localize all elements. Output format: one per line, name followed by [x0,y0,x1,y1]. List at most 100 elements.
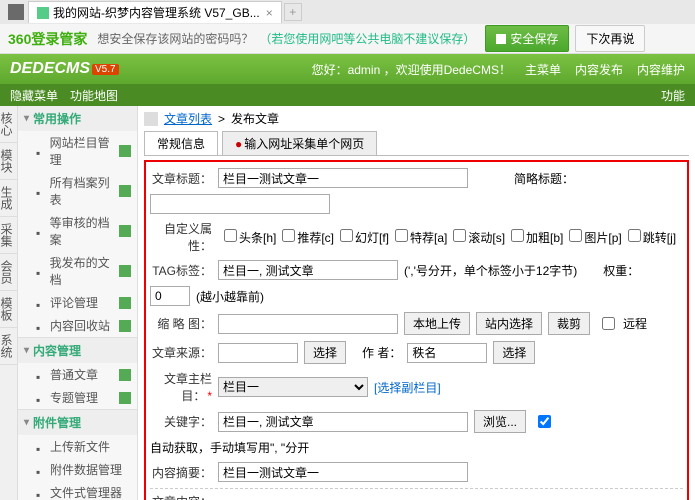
thumb-input[interactable] [218,314,398,334]
auto-kw-hint: 自动获取，手动填写用", "分开 [150,439,309,456]
bullet-icon: ▪ [36,488,46,498]
lbl-keywords: 关键字： [150,413,212,430]
browser-tab[interactable]: 我的网站-织梦内容管理系统 V57_GB... × [28,1,282,23]
sidebar-item[interactable]: ▪附件数据管理 [18,458,137,481]
sidebar-item[interactable]: ▪上传新文件 [18,435,137,458]
version-badge: V5.7 [92,64,119,75]
nav-publish[interactable]: 内容发布 [575,61,623,78]
crumb-list[interactable]: 文章列表 [164,110,212,127]
bullet-icon: ▪ [36,266,46,276]
short-title-input[interactable] [150,194,330,214]
sidebar-group-head[interactable]: ▾内容管理 [18,338,137,363]
later-button[interactable]: 下次再说 [575,25,645,52]
btn-local-upload[interactable]: 本地上传 [404,312,470,335]
summary-input[interactable] [218,462,468,482]
sidebar-item[interactable]: ▪评论管理 [18,291,137,314]
sidebar-item[interactable]: ▪等审核的档案 [18,211,137,251]
sidebar-item[interactable]: ▪普通文章 [18,363,137,386]
quick-subcolumn[interactable]: [选择副栏目] [374,379,441,396]
sidebar-item[interactable]: ▪网站栏目管理 [18,131,137,171]
new-tab-button[interactable]: + [284,3,302,21]
action-icon[interactable] [119,392,131,404]
bullet-icon: ▪ [36,226,46,236]
title-input[interactable] [218,168,468,188]
action-icon[interactable] [119,369,131,381]
sidebar: ▾常用操作▪网站栏目管理▪所有档案列表▪等审核的档案▪我发布的文档▪评论管理▪内… [18,106,138,500]
btn-site-select[interactable]: 站内选择 [476,312,542,335]
crumb-sep: > [218,112,225,126]
rail-member[interactable]: 会员 [0,254,17,291]
safe-save-button[interactable]: 安全保存 [485,25,569,52]
btn-source-select[interactable]: 选择 [304,341,346,364]
sidebar-group-head[interactable]: ▾常用操作 [18,106,137,131]
lbl-title: 文章标题： [150,170,212,187]
bullet-icon: ▪ [36,465,46,475]
cb-attr-2[interactable] [340,229,353,242]
bullet-icon: ▪ [36,442,46,452]
lbl-weight: 权重： [603,262,639,279]
sidebar-item[interactable]: ▪我发布的文档 [18,251,137,291]
nav-maintain[interactable]: 内容维护 [637,61,685,78]
cb-attr-4[interactable] [453,229,466,242]
browser-nav-icon[interactable] [8,4,24,20]
action-icon[interactable] [119,145,131,157]
cb-attr-1[interactable] [282,229,295,242]
toolbar-hint: （若您使用网吧等公共电脑不建议保存） [259,30,475,47]
sidebar-group-head[interactable]: ▾附件管理 [18,410,137,435]
cb-attr-6[interactable] [569,229,582,242]
cb-attr-7[interactable] [628,229,641,242]
cb-auto-kw[interactable] [538,415,551,428]
tag-hint: (','号分开，单个标签小于12字节) [404,262,577,279]
tab-collect[interactable]: ●输入网址采集单个网页 [222,131,377,155]
rail-system[interactable]: 系统 [0,328,17,365]
cb-attr-3[interactable] [395,229,408,242]
sidebar-item[interactable]: ▪文件式管理器 [18,481,137,500]
lbl-thumb: 缩 略 图： [150,315,212,332]
nav-main[interactable]: 主菜单 [525,61,561,78]
rail-module[interactable]: 模块 [0,143,17,180]
tag-input[interactable] [218,260,398,280]
bullet-icon: ▪ [36,370,46,380]
close-icon[interactable]: × [266,6,273,20]
rail-template[interactable]: 模板 [0,291,17,328]
sidebar-item[interactable]: ▪内容回收站 [18,314,137,337]
cb-remote[interactable] [602,317,615,330]
weight-input[interactable] [150,286,190,306]
tab-basic[interactable]: 常规信息 [144,131,218,155]
btn-crop[interactable]: 裁剪 [548,312,590,335]
rail-core[interactable]: 核心 [0,106,17,143]
action-icon[interactable] [119,320,131,332]
bullet-icon: ▪ [36,186,46,196]
action-icon[interactable] [119,225,131,237]
menu-func[interactable]: 功能 [661,87,685,104]
lock-icon [496,34,506,44]
logo-360: 360登录管家 [8,29,87,49]
menu-hide[interactable]: 隐藏菜单 [10,87,58,104]
action-icon[interactable] [119,185,131,197]
menu-map[interactable]: 功能地图 [70,87,118,104]
source-input[interactable] [218,343,298,363]
rail-gen[interactable]: 生成 [0,180,17,217]
toolbar-prompt: 想安全保存该网站的密码吗？ [97,30,253,47]
cb-attr-0[interactable] [224,229,237,242]
action-icon[interactable] [119,297,131,309]
tab-title: 我的网站-织梦内容管理系统 V57_GB... [53,4,260,21]
action-icon[interactable] [119,265,131,277]
chevron-down-icon: ▾ [24,113,29,124]
cb-attr-5[interactable] [511,229,524,242]
bullet-icon: ▪ [36,321,46,331]
author-input[interactable] [407,343,487,363]
column-select[interactable]: 栏目一 [218,377,368,397]
lbl-content: 文章内容： [150,493,212,500]
lbl-author: 作 者： [362,344,401,361]
keywords-input[interactable] [218,412,468,432]
sidebar-item[interactable]: ▪所有档案列表 [18,171,137,211]
lbl-tag: TAG标签： [150,262,212,279]
dedecms-logo: DEDECMS [10,60,90,78]
btn-browse[interactable]: 浏览... [474,410,526,433]
btn-author-select[interactable]: 选择 [493,341,535,364]
rail-collect[interactable]: 采集 [0,217,17,254]
sidebar-item[interactable]: ▪专题管理 [18,386,137,409]
bullet-icon: ▪ [36,298,46,308]
lbl-column: 文章主栏目： [150,370,212,404]
